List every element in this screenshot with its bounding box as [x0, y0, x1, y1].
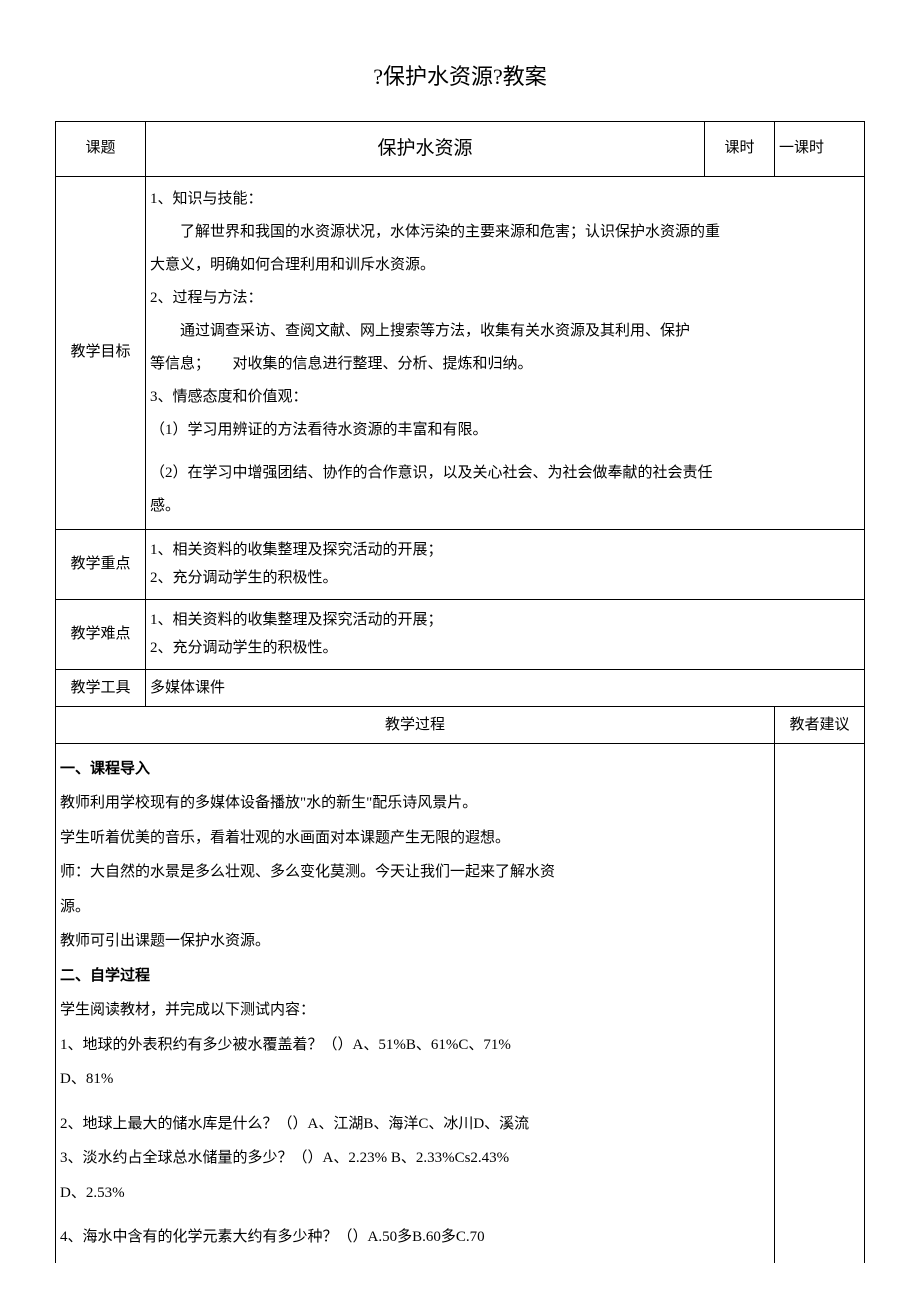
tools-label: 教学工具	[56, 669, 146, 706]
goals-row: 教学目标 1、知识与技能： 了解世界和我国的水资源状况，水体污染的主要来源和危害…	[56, 176, 865, 529]
question-line: 4、海水中含有的化学元素大约有多少种？（）A.50多B.60多C.70	[60, 1229, 485, 1245]
keypoint-line: 2、充分调动学生的积极性。	[150, 570, 338, 586]
goals-line: 2、过程与方法：	[150, 282, 860, 315]
goals-line: （1）学习用辨证的方法看待水资源的丰富和有限。	[150, 414, 860, 447]
difficulty-content: 1、相关资料的收集整理及探究活动的开展； 2、充分调动学生的积极性。	[146, 599, 865, 669]
suggestions-cell	[775, 743, 865, 1263]
goals-line: 通过调查采访、查阅文献、网上搜索等方法，收集有关水资源及其利用、保护	[150, 315, 860, 348]
goals-line: 3、情感态度和价值观：	[150, 381, 860, 414]
goals-line: 感。	[150, 490, 860, 523]
process-line: 教师利用学校现有的多媒体设备播放"水的新生"配乐诗风景片。	[60, 795, 477, 811]
goals-line-part: 等信息；	[150, 356, 210, 372]
difficulty-line: 1、相关资料的收集整理及探究活动的开展；	[150, 612, 443, 628]
process-line: 学生听着优美的音乐，看着壮观的水画面对本课题产生无限的遐想。	[60, 830, 510, 846]
goals-line: 1、知识与技能：	[150, 183, 860, 216]
process-line: 学生阅读教材，并完成以下测试内容：	[60, 1002, 315, 1018]
process-line: 教师可引出课题一保护水资源。	[60, 933, 270, 949]
document-title: ?保护水资源?教案	[55, 60, 865, 93]
difficulty-label: 教学难点	[56, 599, 146, 669]
question-line: 1、地球的外表积约有多少被水覆盖着？（）A、51%B、61%C、71%	[60, 1037, 511, 1053]
keypoint-content: 1、相关资料的收集整理及探究活动的开展； 2、充分调动学生的积极性。	[146, 529, 865, 599]
lesson-plan-table: 课题 保护水资源 课时 一课时 教学目标 1、知识与技能： 了解世界和我国的水资…	[55, 121, 865, 1263]
goals-line: 等信息； 对收集的信息进行整理、分析、提炼和归纳。	[150, 348, 860, 381]
process-line: 师：大自然的水景是多么壮观、多么变化莫测。今天让我们一起来了解水资	[60, 864, 555, 880]
period-label: 课时	[705, 122, 775, 177]
section-heading: 二、自学过程	[60, 968, 150, 984]
process-line: 源。	[60, 899, 90, 915]
question-line: 2、地球上最大的储水库是什么？（）A、江湖B、海洋C、冰川D、溪流	[60, 1116, 529, 1132]
keypoint-row: 教学重点 1、相关资料的收集整理及探究活动的开展； 2、充分调动学生的积极性。	[56, 529, 865, 599]
question-line: D、2.53%	[60, 1185, 125, 1201]
process-header-row: 教学过程 教者建议	[56, 706, 865, 743]
goals-line: 了解世界和我国的水资源状况，水体污染的主要来源和危害；认识保护水资源的重	[150, 216, 860, 249]
tools-value: 多媒体课件	[146, 669, 865, 706]
process-header-right: 教者建议	[775, 706, 865, 743]
question-line: D、81%	[60, 1071, 113, 1087]
goals-line: 大意义，明确如何合理利用和训斥水资源。	[150, 249, 860, 282]
goals-label: 教学目标	[56, 176, 146, 529]
topic-label: 课题	[56, 122, 146, 177]
header-row: 课题 保护水资源 课时 一课时	[56, 122, 865, 177]
process-content: 一、课程导入 教师利用学校现有的多媒体设备播放"水的新生"配乐诗风景片。 学生听…	[56, 743, 775, 1263]
difficulty-line: 2、充分调动学生的积极性。	[150, 640, 338, 656]
topic-value: 保护水资源	[146, 122, 705, 177]
section-heading: 一、课程导入	[60, 761, 150, 777]
process-body-row: 一、课程导入 教师利用学校现有的多媒体设备播放"水的新生"配乐诗风景片。 学生听…	[56, 743, 865, 1263]
question-line: 3、淡水约占全球总水储量的多少？（）A、2.23% B、2.33%Cs2.43%	[60, 1150, 509, 1166]
keypoint-label: 教学重点	[56, 529, 146, 599]
tools-row: 教学工具 多媒体课件	[56, 669, 865, 706]
keypoint-line: 1、相关资料的收集整理及探究活动的开展；	[150, 542, 443, 558]
process-header-left: 教学过程	[56, 706, 775, 743]
goals-line: （2）在学习中增强团结、协作的合作意识，以及关心社会、为社会做奉献的社会责任	[150, 457, 860, 490]
period-value: 一课时	[775, 122, 865, 177]
goals-content: 1、知识与技能： 了解世界和我国的水资源状况，水体污染的主要来源和危害；认识保护…	[146, 176, 865, 529]
difficulty-row: 教学难点 1、相关资料的收集整理及探究活动的开展； 2、充分调动学生的积极性。	[56, 599, 865, 669]
goals-line-part: 对收集的信息进行整理、分析、提炼和归纳。	[233, 356, 533, 372]
